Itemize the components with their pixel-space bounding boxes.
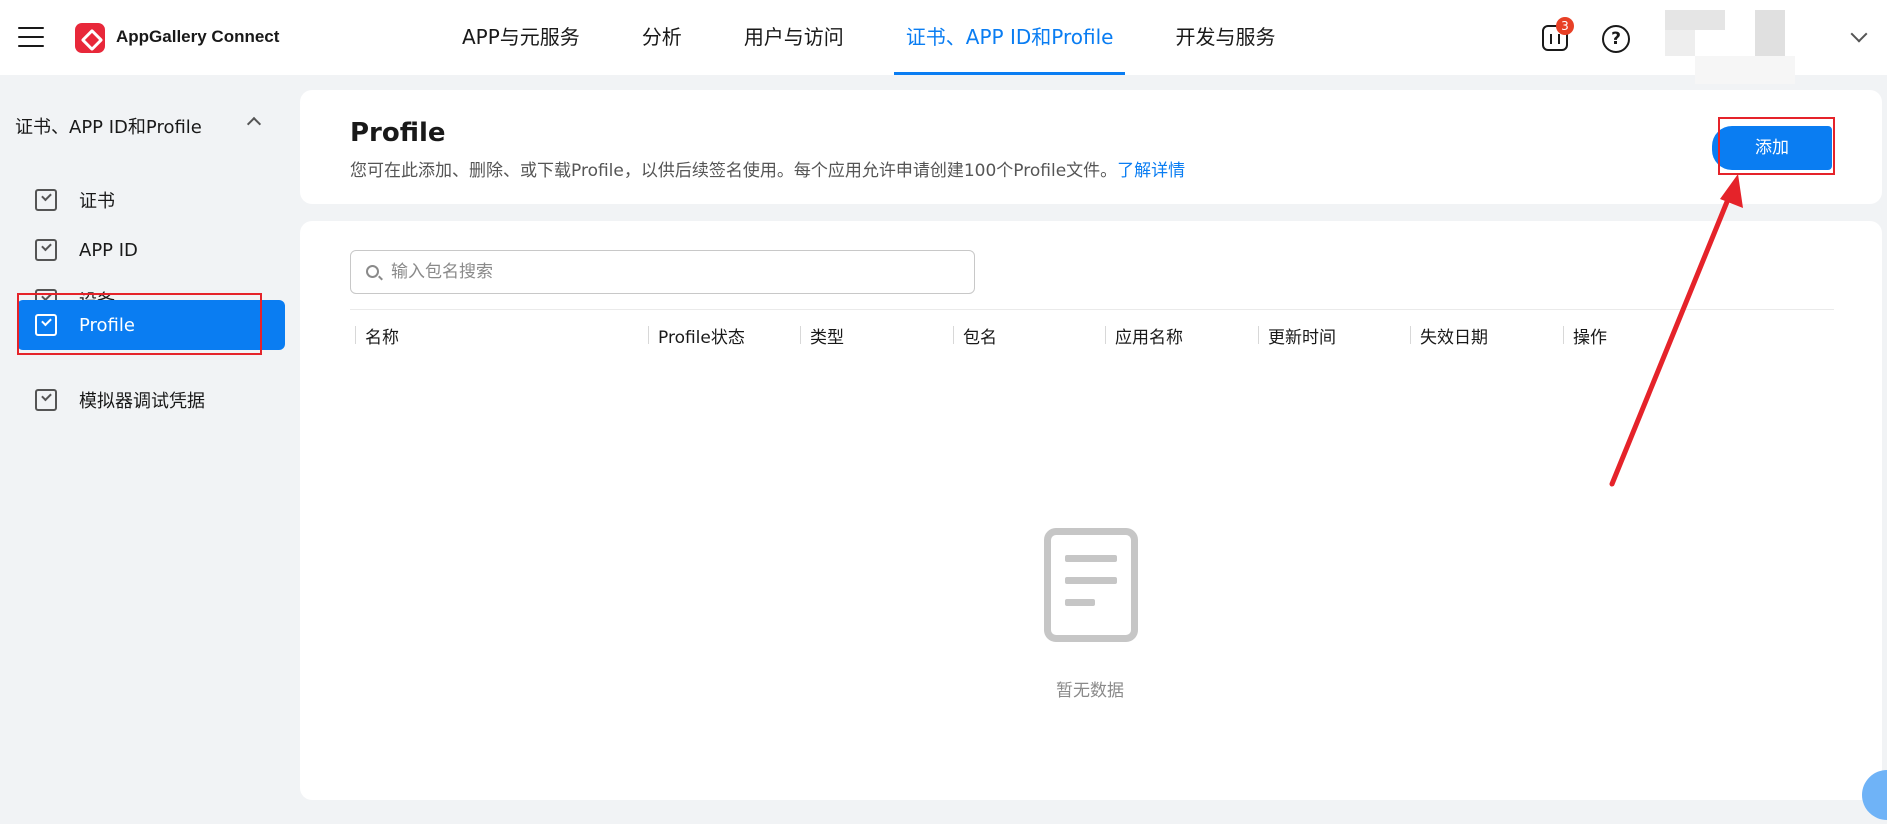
user-avatar-blurred-part (1665, 30, 1695, 56)
annotation-highlight-profile (17, 293, 262, 355)
page-title: Profile (350, 118, 446, 148)
table-header: 名称 Profile状态 类型 包名 应用名称 更新时间 失效日期 操作 (350, 309, 1834, 359)
help-icon[interactable]: ? (1602, 25, 1630, 53)
column-header-actions: 操作 (1563, 323, 1607, 348)
column-header-name[interactable]: 名称 (355, 323, 399, 348)
folder-icon (35, 189, 57, 211)
user-avatar-blurred[interactable] (1665, 10, 1725, 30)
user-avatar-blurred-part (1755, 10, 1785, 58)
chevron-down-icon[interactable] (1850, 25, 1868, 43)
sidebar: 证书、APP ID和Profile 证书 APP ID 设备 Profile 模… (0, 75, 300, 824)
sidebar-group-label: 证书、APP ID和Profile (15, 117, 202, 138)
search-box[interactable] (350, 250, 975, 294)
column-header-app-name[interactable]: 应用名称 (1105, 323, 1183, 348)
top-bar: AppGallery Connect APP与元服务 分析 用户与访问 证书、A… (0, 0, 1887, 84)
search-input[interactable] (391, 253, 961, 291)
notification-bars-glyph (1550, 34, 1560, 44)
folder-icon (35, 389, 57, 411)
hamburger-menu-icon[interactable] (18, 27, 44, 47)
top-navigation: APP与元服务 分析 用户与访问 证书、APP ID和Profile 开发与服务 (450, 0, 1325, 75)
chevron-up-icon[interactable] (246, 116, 262, 132)
notification-badge: 3 (1556, 17, 1574, 35)
sidebar-item-emulator-credentials[interactable]: 模拟器调试凭据 (17, 375, 285, 425)
empty-state-text: 暂无数据 (1056, 681, 1124, 701)
column-header-package-name[interactable]: 包名 (953, 323, 997, 348)
sidebar-item-label: 证书 (79, 191, 115, 212)
sidebar-item-app-id[interactable]: APP ID (17, 225, 285, 275)
top-nav-users-access[interactable]: 用户与访问 (732, 0, 856, 75)
user-avatar-blurred-part (1695, 56, 1795, 84)
empty-document-icon (1044, 528, 1138, 642)
folder-icon (35, 239, 57, 261)
top-nav-analytics[interactable]: 分析 (630, 0, 694, 75)
sidebar-item-certificates[interactable]: 证书 (17, 175, 285, 225)
column-header-updated-time[interactable]: 更新时间 (1258, 323, 1336, 348)
profile-list-card: 名称 Profile状态 类型 包名 应用名称 更新时间 失效日期 操作 暂无数… (300, 221, 1882, 800)
column-header-profile-status[interactable]: Profile状态 (648, 323, 745, 348)
sidebar-group-header[interactable]: 证书、APP ID和Profile (15, 113, 265, 139)
learn-more-link[interactable]: 了解详情 (1117, 161, 1185, 181)
annotation-highlight-add-button (1718, 117, 1835, 175)
brand-name[interactable]: AppGallery Connect (116, 27, 279, 47)
page-description: 您可在此添加、删除、或下载Profile，以供后续签名使用。每个应用允许申请创建… (350, 156, 1185, 181)
column-header-expiry-date[interactable]: 失效日期 (1410, 323, 1488, 348)
appgallery-logo-icon[interactable] (75, 23, 105, 53)
column-header-type[interactable]: 类型 (800, 323, 844, 348)
search-icon (366, 265, 379, 278)
top-nav-dev-services[interactable]: 开发与服务 (1163, 0, 1287, 75)
top-nav-certificates[interactable]: 证书、APP ID和Profile (893, 0, 1126, 75)
sidebar-item-label: 模拟器调试凭据 (79, 391, 205, 412)
sidebar-item-label: APP ID (79, 239, 138, 261)
notification-icon[interactable]: 3 (1542, 17, 1574, 51)
top-nav-app-services[interactable]: APP与元服务 (450, 0, 592, 75)
description-text: 您可在此添加、删除、或下载Profile，以供后续签名使用。每个应用允许申请创建… (350, 161, 1118, 181)
profile-header-card: Profile 您可在此添加、删除、或下载Profile，以供后续签名使用。每个… (300, 90, 1882, 204)
